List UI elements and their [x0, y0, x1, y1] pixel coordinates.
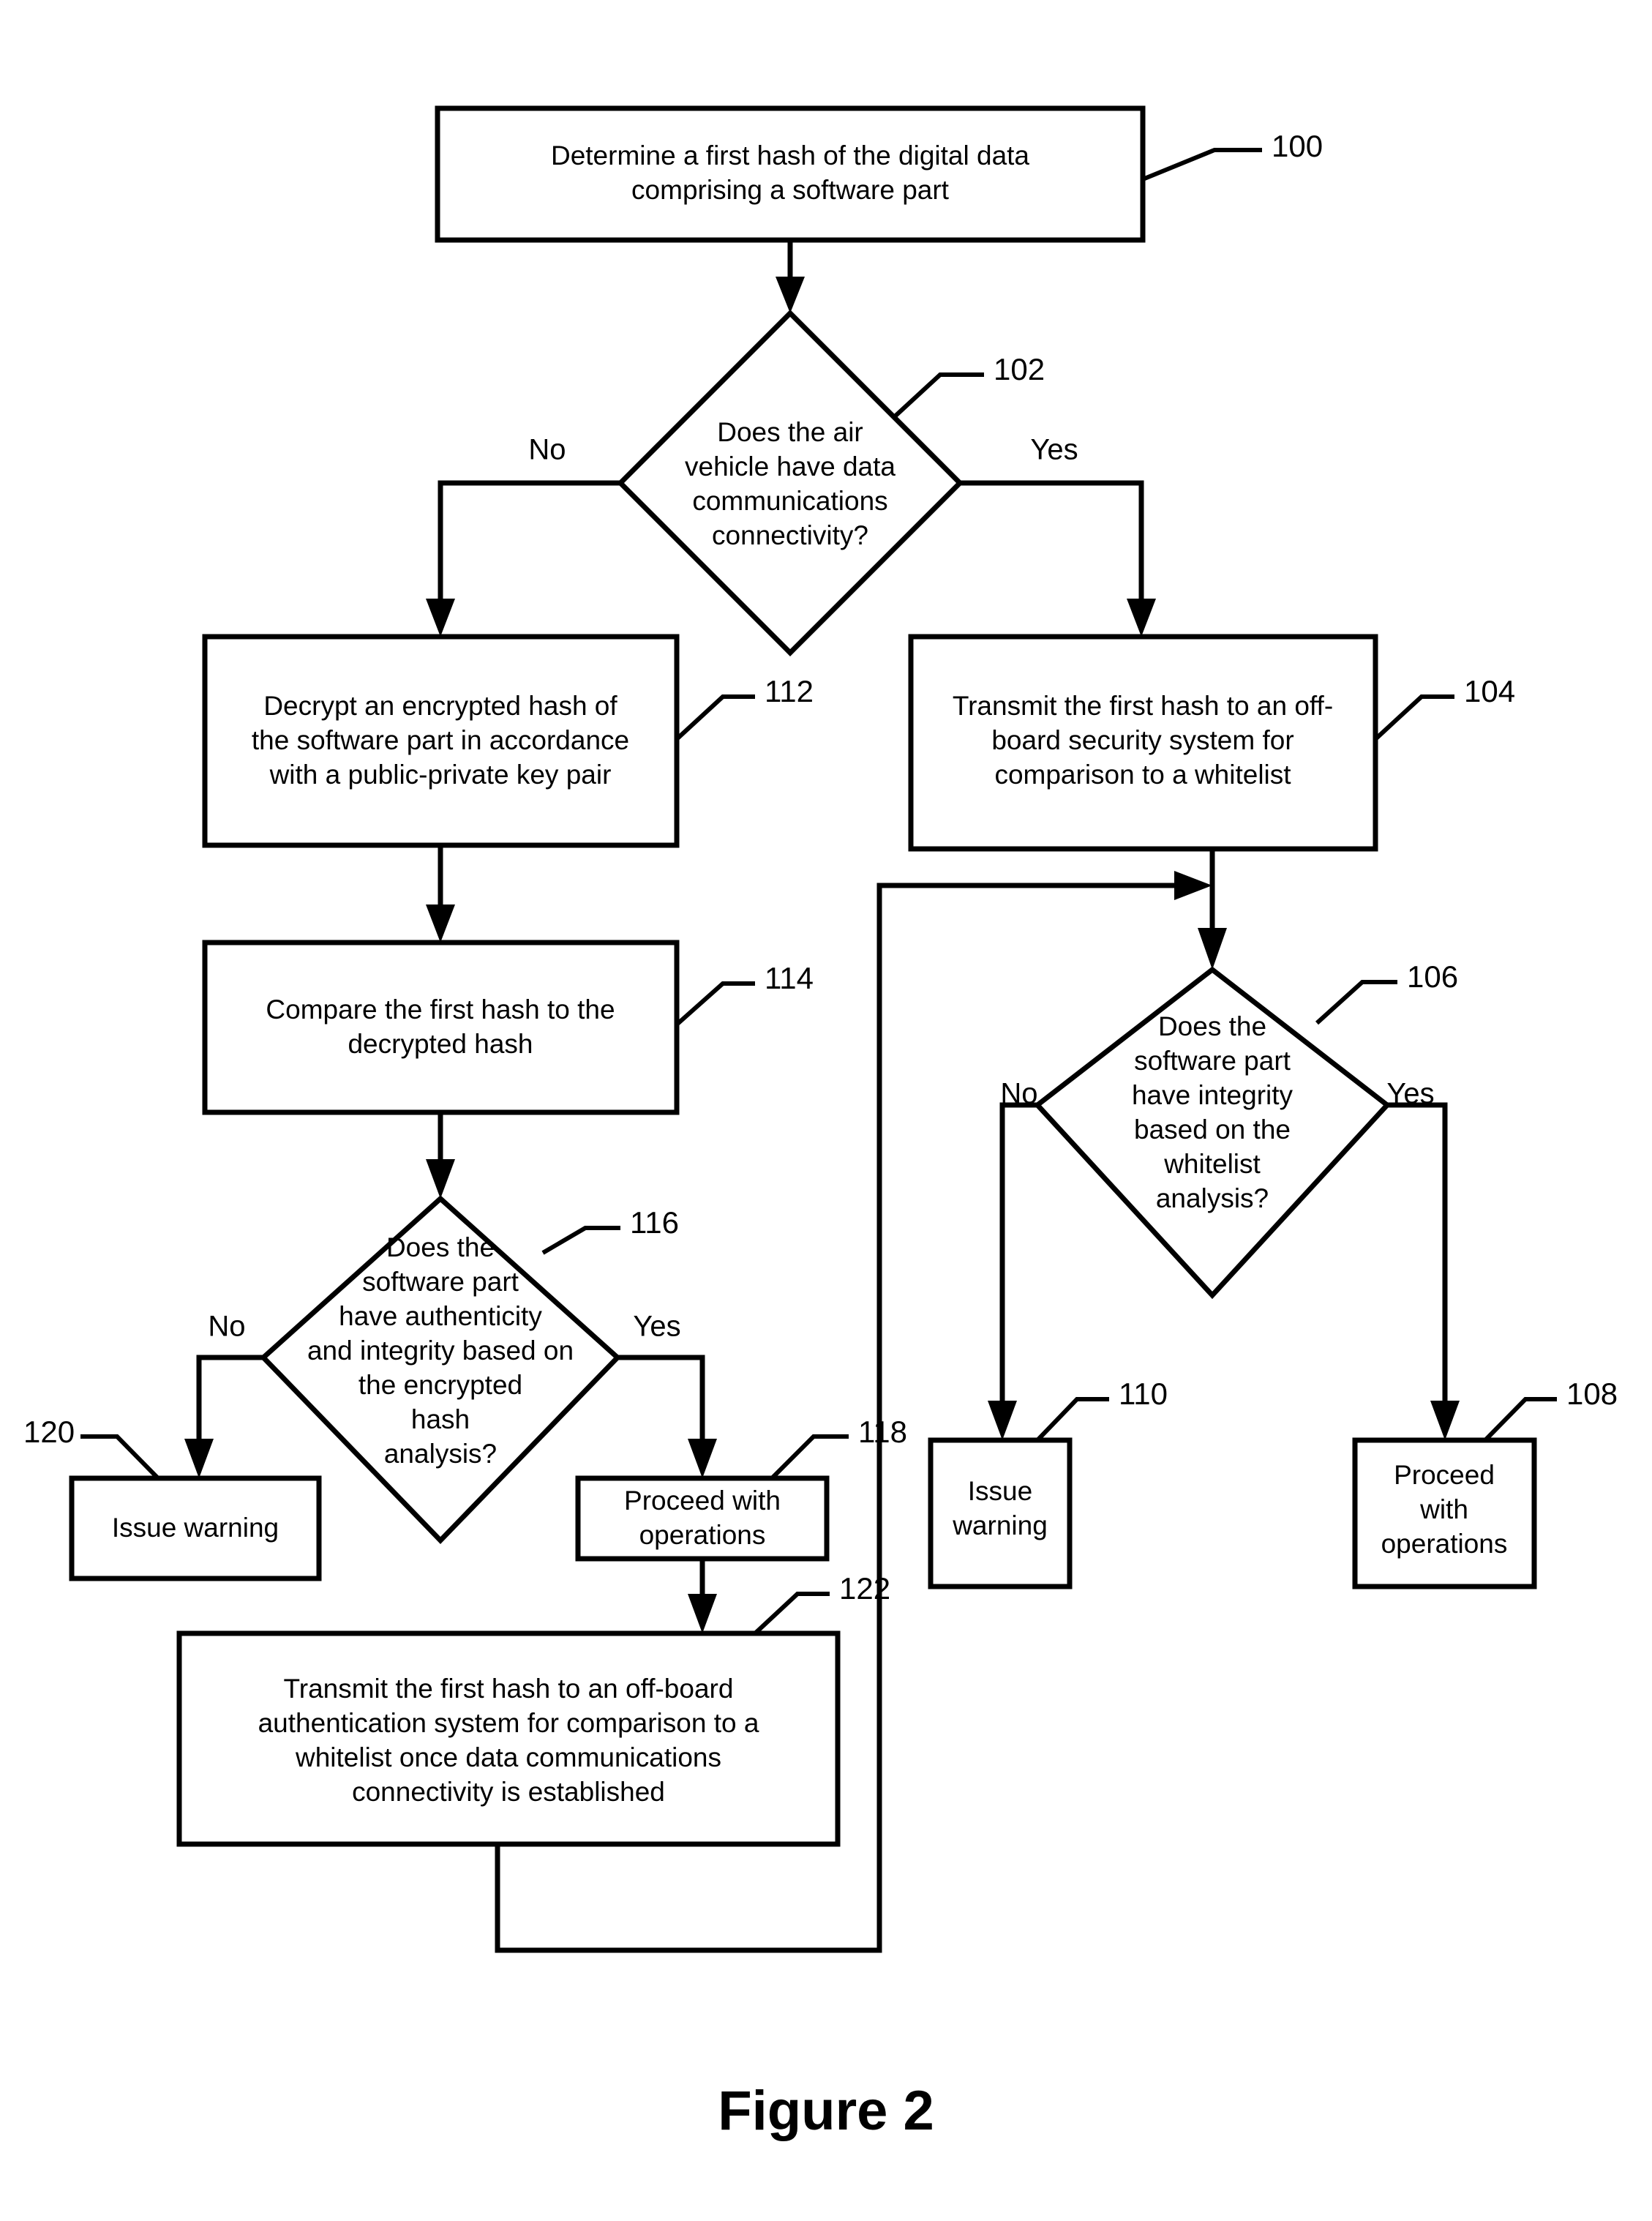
ref-number-120: 120	[23, 1415, 75, 1449]
diamond-102-line-4: connectivity?	[712, 520, 868, 550]
connector-118-to-122	[688, 1557, 717, 1633]
diamond-116-line-2: software part	[362, 1267, 519, 1297]
branch-label-116-yes: Yes	[633, 1311, 680, 1343]
connector-114-to-116	[426, 1112, 455, 1199]
branch-label-116-no: No	[208, 1311, 245, 1343]
connector-100-to-102	[776, 240, 805, 313]
box-100-line-1: Determine a first hash of the digital da…	[551, 141, 1029, 171]
box-122-line-4: connectivity is established	[352, 1777, 665, 1807]
box-114-line-1: Compare the first hash to the	[266, 995, 615, 1025]
ref-number-114: 114	[765, 961, 814, 995]
diamond-116-line-6: hash	[411, 1404, 470, 1434]
box-112-line-2: the software part in accordance	[252, 725, 629, 755]
box-104-line-1: Transmit the first hash to an off-	[953, 691, 1333, 721]
decision-diamond-106[interactable]: Does the software part have integrity ba…	[1033, 966, 1392, 1300]
ref-number-108: 108	[1566, 1377, 1618, 1411]
ref-leader-120	[80, 1434, 160, 1480]
branch-label-106-yes: Yes	[1386, 1078, 1434, 1110]
box-122-line-2: authentication system for comparison to …	[258, 1708, 759, 1738]
diamond-102-line-3: communications	[692, 486, 887, 516]
branch-label-106-no: No	[1000, 1078, 1037, 1110]
ref-leader-114	[675, 981, 755, 1027]
box-118-line-1: Proceed with	[624, 1486, 781, 1516]
flowchart-canvas: Determine a first hash of the digital da…	[23, 105, 1618, 2142]
box-104-line-2: board security system for	[991, 725, 1294, 755]
ref-number-104: 104	[1464, 674, 1515, 708]
ref-number-112: 112	[765, 674, 814, 708]
ref-number-100: 100	[1272, 129, 1323, 163]
box-104-line-3: comparison to a whitelist	[994, 760, 1291, 790]
ref-leader-100	[1141, 148, 1262, 181]
process-box-104[interactable]: Transmit the first hash to an off- board…	[908, 634, 1378, 852]
box-122-line-1: Transmit the first hash to an off-board	[284, 1674, 734, 1704]
diamond-106-line-2: software part	[1134, 1046, 1291, 1076]
diamond-116-line-4: and integrity based on	[307, 1336, 574, 1366]
connector-102-yes-to-104	[960, 480, 1156, 637]
process-box-120[interactable]: Issue warning	[69, 1475, 322, 1581]
box-110-line-2: warning	[952, 1510, 1048, 1540]
box-112-line-3: with a public-private key pair	[269, 760, 612, 790]
diamond-116-line-3: have authenticity	[339, 1301, 542, 1331]
diamond-102-line-2: vehicle have data	[685, 452, 896, 482]
ref-leader-110	[1035, 1397, 1109, 1442]
diamond-106-line-6: analysis?	[1156, 1183, 1269, 1213]
ref-number-118: 118	[858, 1415, 907, 1449]
ref-leader-102	[892, 372, 984, 419]
ref-leader-112	[675, 694, 755, 741]
ref-leader-116	[541, 1226, 620, 1255]
box-108-line-2: with	[1419, 1494, 1468, 1524]
box-122-line-3: whitelist once data communications	[295, 1742, 721, 1772]
figure-caption: Figure 2	[718, 2080, 934, 2142]
diamond-102-line-1: Does the air	[717, 417, 863, 447]
diamond-116-line-1: Does the	[386, 1232, 495, 1262]
ref-number-106: 106	[1407, 959, 1458, 994]
ref-leader-118	[770, 1434, 849, 1480]
connector-106-yes-to-108	[1387, 1102, 1460, 1440]
ref-number-122: 122	[839, 1571, 890, 1606]
process-box-114[interactable]: Compare the first hash to the decrypted …	[202, 940, 680, 1115]
decision-diamond-102[interactable]: Does the air vehicle have data communica…	[617, 310, 964, 656]
ref-number-110: 110	[1119, 1377, 1168, 1411]
connector-102-no-to-112	[426, 480, 620, 637]
box-112-line-1: Decrypt an encrypted hash of	[263, 691, 617, 721]
ref-leader-104	[1373, 694, 1454, 741]
ref-number-102: 102	[994, 352, 1045, 386]
diamond-106-line-3: have integrity	[1132, 1080, 1294, 1110]
ref-leader-108	[1483, 1397, 1557, 1442]
process-box-100[interactable]: Determine a first hash of the digital da…	[435, 105, 1146, 243]
connector-116-yes-to-118	[617, 1355, 717, 1478]
connector-112-to-114	[426, 845, 455, 943]
diamond-106-line-5: whitelist	[1163, 1149, 1261, 1179]
branch-label-102-yes: Yes	[1030, 434, 1078, 466]
box-108-line-1: Proceed	[1394, 1460, 1495, 1490]
connector-104-to-106	[1198, 849, 1227, 970]
diamond-116-line-5: the encrypted	[358, 1370, 522, 1400]
diamond-116-line-7: analysis?	[384, 1439, 497, 1469]
process-box-112[interactable]: Decrypt an encrypted hash of the softwar…	[202, 634, 680, 848]
branch-label-102-no: No	[528, 434, 566, 466]
ref-leader-106	[1315, 980, 1397, 1025]
box-114-line-2: decrypted hash	[348, 1029, 533, 1059]
box-120-line-1: Issue warning	[112, 1513, 279, 1543]
box-100-line-2: comprising a software part	[631, 175, 950, 205]
process-box-110[interactable]: Issue warning	[928, 1437, 1073, 1589]
box-118-line-2: operations	[639, 1520, 766, 1550]
connector-106-no-to-110	[988, 1102, 1037, 1440]
diamond-106-line-4: based on the	[1134, 1115, 1291, 1145]
connector-116-no-to-120	[184, 1355, 263, 1478]
process-box-108[interactable]: Proceed with operations	[1352, 1437, 1537, 1589]
process-box-122[interactable]: Transmit the first hash to an off-board …	[176, 1630, 841, 1847]
patent-figure-page: Determine a first hash of the digital da…	[0, 0, 1652, 2221]
box-108-line-3: operations	[1381, 1529, 1508, 1559]
process-box-118[interactable]: Proceed with operations	[575, 1475, 830, 1562]
ref-leader-122	[753, 1592, 830, 1636]
ref-number-116: 116	[630, 1205, 679, 1240]
box-110-line-1: Issue	[968, 1476, 1032, 1506]
diamond-106-line-1: Does the	[1158, 1011, 1266, 1041]
